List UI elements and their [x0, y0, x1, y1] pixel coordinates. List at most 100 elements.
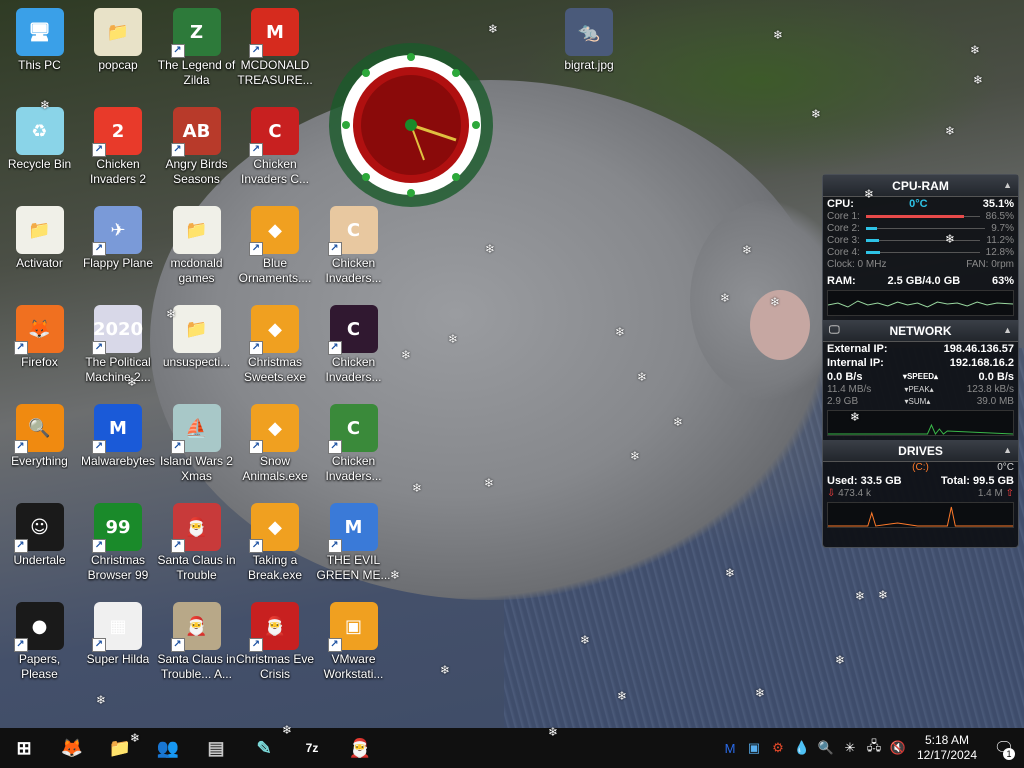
- desktop-icon[interactable]: ● ↗ Papers, Please: [0, 596, 79, 692]
- drive-used: 33.5 GB: [860, 475, 902, 487]
- desktop-icon[interactable]: ◆ ↗ Snow Animals.exe: [236, 398, 315, 494]
- snowflake-icon: ❄: [973, 73, 984, 87]
- core-usage-bar: [865, 251, 980, 254]
- desktop-icon[interactable]: M ↗ MCDONALD TREASURE...: [236, 2, 315, 98]
- desktop-icon[interactable]: ♻ Recycle Bin: [0, 101, 79, 197]
- taskbar: ⊞ 🦊 📁 👥 ▤ ✎ 7z 🎅 M ▣ ⚙ 💧 🔍 ✳ 🖧 🔇 5:18 AM 12/17/2024 🗨 …: [0, 728, 1024, 768]
- monitor-tray-icon[interactable]: ▣: [742, 728, 766, 768]
- core-label: Core 3:: [827, 235, 860, 246]
- desktop-icon[interactable]: C ↗ Chicken Invaders...: [314, 299, 393, 395]
- drive-graph: [827, 502, 1014, 528]
- snowflake-icon: ❄: [945, 124, 956, 138]
- desktop-icon-label: Chicken Invaders C...: [240, 157, 310, 186]
- desktop-icon-label: Snow Animals.exe: [242, 454, 308, 483]
- snowflake-icon: ❄: [130, 731, 141, 745]
- core-usage-bar: [865, 215, 980, 218]
- taskbar-7zip-button[interactable]: 7z: [288, 728, 336, 768]
- core-value: 9.7%: [991, 223, 1014, 234]
- taskbar-clock[interactable]: 5:18 AM 12/17/2024: [910, 733, 984, 763]
- taskbar-app-people-button[interactable]: 👥: [144, 728, 192, 768]
- app-icon: C ↗: [327, 404, 378, 454]
- desktop-icon[interactable]: ☺ ↗ Undertale: [0, 497, 79, 593]
- desktop-icon[interactable]: 🔍 ↗ Everything: [0, 398, 79, 494]
- desktop-icon[interactable]: 🦊 ↗ Firefox: [0, 299, 79, 395]
- drives-title: DRIVES: [898, 443, 943, 458]
- desktop-icon[interactable]: 2020 ↗ The Political Machine 2...: [79, 299, 158, 395]
- core-list: Core 1: 86.5% Core 2: 9.7% Core 3: 11.2% Core …: [823, 211, 1018, 259]
- snowflake-icon: ❄: [615, 325, 626, 339]
- desktop-icon[interactable]: M ↗ THE EVIL GREEN ME...: [314, 497, 393, 593]
- desktop-icon[interactable]: C ↗ Chicken Invaders C...: [236, 101, 315, 197]
- shortcut-arrow-icon: ↗: [170, 638, 185, 652]
- desktop-icon[interactable]: M ↗ Malwarebytes: [79, 398, 158, 494]
- clock-time: 5:18 AM: [924, 733, 970, 747]
- desktop-icon[interactable]: ▣ ↗ VMware Workstati...: [314, 596, 393, 692]
- taskbar-santa-game-button[interactable]: 🎅: [336, 728, 384, 768]
- snowflake-icon: ❄: [485, 242, 496, 256]
- desktop-icon[interactable]: 2 ↗ Chicken Invaders 2: [79, 101, 158, 197]
- ram-graph: [827, 290, 1014, 316]
- desktop-icon[interactable]: ⛵ ↗ Island Wars 2 Xmas: [157, 398, 236, 494]
- desktop-icon[interactable]: 🎅 ↗ Santa Claus in Trouble: [157, 497, 236, 593]
- cpu-ram-header: CPU-RAM ▲: [823, 175, 1018, 197]
- total-label: Total:: [940, 475, 970, 487]
- snow-tray-icon[interactable]: ✳: [838, 728, 862, 768]
- sum-up: 39.0 MB: [976, 396, 1014, 407]
- internal-ip-label: Internal IP:: [827, 357, 884, 369]
- taskbar-firefox-button[interactable]: 🦊: [48, 728, 96, 768]
- collapse-caret-icon[interactable]: ▲: [1003, 325, 1012, 335]
- desktop-icon[interactable]: ◆ ↗ Blue Ornaments....: [236, 200, 315, 296]
- collapse-caret-icon[interactable]: ▲: [1003, 445, 1012, 455]
- desktop-icon-label: Island Wars 2 Xmas: [160, 454, 233, 483]
- core-row: Core 2: 9.7%: [823, 223, 1018, 235]
- desktop-icon[interactable]: ✈ ↗ Flappy Plane: [79, 200, 158, 296]
- snowflake-icon: ❄: [755, 686, 766, 700]
- desktop-icon[interactable]: ◆ ↗ Taking a Break.exe: [236, 497, 315, 593]
- christmas-clock-gadget[interactable]: [316, 40, 516, 220]
- desktop-icon[interactable]: 📁 popcap: [79, 2, 158, 98]
- desktop-icon-label: Taking a Break.exe: [247, 553, 303, 582]
- drop-tray-icon[interactable]: 💧: [790, 728, 814, 768]
- everything-tray-icon[interactable]: 🔍: [814, 728, 838, 768]
- taskbar-start-button[interactable]: ⊞: [0, 728, 48, 768]
- desktop-icon[interactable]: 📁 Activator: [0, 200, 79, 296]
- desktop-icon-label: Undertale: [13, 553, 66, 567]
- notification-center-button[interactable]: 🗨 1: [984, 728, 1024, 768]
- app-icon: C ↗: [249, 107, 299, 157]
- desktop-icon[interactable]: 📁 mcdonald games: [157, 200, 236, 296]
- drives-header: DRIVES ▲: [823, 440, 1018, 462]
- desktop-icon[interactable]: 99 ↗ Christmas Browser 99: [79, 497, 158, 593]
- malwarebytes-tray-icon[interactable]: M: [718, 728, 742, 768]
- taskbar-app-notepad-button[interactable]: ✎: [240, 728, 288, 768]
- shortcut-arrow-icon: ↗: [327, 638, 342, 652]
- desktop-icon-label: THE EVIL GREEN ME...: [316, 553, 391, 582]
- desktop-icon[interactable]: Z ↗ The Legend of Zilda: [157, 2, 236, 98]
- desktop-icon-label: Chicken Invaders...: [325, 256, 382, 285]
- desktop-icon-label: VMware Workstati...: [323, 652, 384, 681]
- network-tray-icon[interactable]: 🖧: [862, 728, 886, 768]
- desktop-icon[interactable]: 🎅 ↗ Santa Claus in Trouble... A...: [157, 596, 236, 692]
- desktop-icon[interactable]: AB ↗ Angry Birds Seasons: [157, 101, 236, 197]
- collapse-caret-icon[interactable]: ▲: [1003, 180, 1012, 190]
- shortcut-arrow-icon: ↗: [170, 143, 185, 157]
- app-tray-icon[interactable]: ⚙: [766, 728, 790, 768]
- taskbar-app-window-button[interactable]: ▤: [192, 728, 240, 768]
- speed-up: 0.0 B/s: [978, 371, 1014, 383]
- notification-count-badge: 1: [1003, 748, 1015, 760]
- network-title: NETWORK: [889, 323, 952, 338]
- desktop-icon[interactable]: 🎅 ↗ Christmas Eve Crisis: [236, 596, 315, 692]
- desktop-icon[interactable]: ▦ ↗ Super Hilda: [79, 596, 158, 692]
- desktop-icon-label: bigrat.jpg: [564, 58, 614, 72]
- snowflake-icon: ❄: [401, 348, 412, 362]
- system-monitor-gadget[interactable]: CPU-RAM ▲ CPU: 0°C 35.1% Core 1: 86.5% Cor…: [822, 174, 1019, 548]
- app-icon: ◆ ↗: [249, 404, 299, 454]
- snowflake-icon: ❄: [945, 232, 956, 246]
- desktop-icon[interactable]: 🖥 This PC: [0, 2, 79, 98]
- external-ip-label: External IP:: [827, 343, 888, 355]
- desktop-icon-label: Christmas Sweets.exe: [243, 355, 307, 384]
- desktop-icon[interactable]: C ↗ Chicken Invaders...: [314, 398, 393, 494]
- desktop-icon[interactable]: ◆ ↗ Christmas Sweets.exe: [236, 299, 315, 395]
- desktop-icon[interactable]: 🐀 bigrat.jpg: [550, 2, 629, 98]
- peak-row: 11.4 MB/s ▾PEAK▴ 123.8 kB/s: [823, 384, 1018, 396]
- volume-tray-icon[interactable]: 🔇: [886, 728, 910, 768]
